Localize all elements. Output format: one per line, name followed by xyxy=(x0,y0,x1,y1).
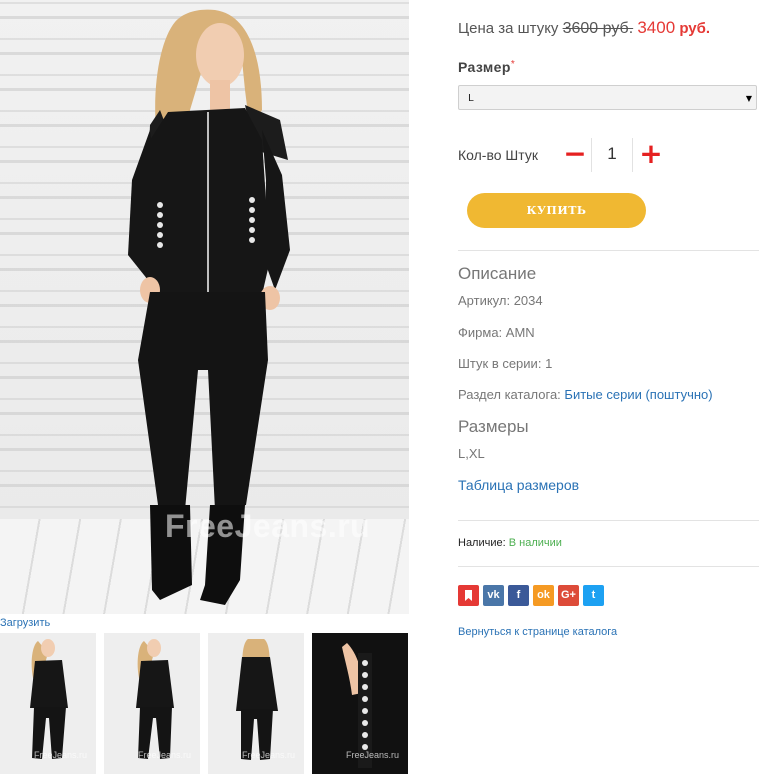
thumbnail-4[interactable]: FreeJeans.ru xyxy=(312,633,408,774)
article-value: 2034 xyxy=(513,293,543,308)
size-label: Размер* xyxy=(458,59,515,75)
size-label-text: Размер xyxy=(458,59,511,75)
size-select[interactable]: L ▼ xyxy=(458,85,757,110)
dropdown-arrow-icon: ▼ xyxy=(745,94,752,103)
divider xyxy=(458,520,759,521)
thumbnail-watermark: FreeJeans.ru xyxy=(34,750,88,760)
price-currency: руб. xyxy=(679,20,711,37)
bookmark-icon[interactable] xyxy=(458,585,479,606)
google-plus-icon[interactable]: G+ xyxy=(558,585,579,606)
availability-status: В наличии xyxy=(508,537,562,549)
brand-label: Фирма: xyxy=(458,325,503,340)
sizes-value: L,XL xyxy=(458,446,485,461)
thumbnail-1[interactable]: FreeJeans.ru xyxy=(0,633,96,774)
catalog-section-link[interactable]: Битые серии (поштучно) xyxy=(564,387,712,402)
quantity-increase-button[interactable]: + xyxy=(638,140,664,170)
thumbnail-watermark: FreeJeans.ru xyxy=(346,750,400,760)
catalog-line: Раздел каталога: Битые серии (поштучно) xyxy=(458,387,713,402)
brand-value: AMN xyxy=(505,325,535,340)
main-product-image[interactable]: FreeJeans.ru xyxy=(0,0,409,614)
facebook-icon[interactable]: f xyxy=(508,585,529,606)
sizes-title: Размеры xyxy=(458,417,529,436)
twitter-icon[interactable]: t xyxy=(583,585,604,606)
thumbnail-watermark: FreeJeans.ru xyxy=(242,750,296,760)
quantity-label: Кол-во Штук xyxy=(458,147,538,163)
back-to-catalog-link[interactable]: Вернуться к странице каталога xyxy=(458,626,617,638)
thumbnail-3[interactable]: FreeJeans.ru xyxy=(208,633,304,774)
brand-line: Фирма: AMN xyxy=(458,325,535,340)
image-watermark: FreeJeans.ru xyxy=(165,508,371,544)
thumbnail-2[interactable]: FreeJeans.ru xyxy=(104,633,200,774)
series-label: Штук в серии: xyxy=(458,356,542,371)
article-label: Артикул: xyxy=(458,293,511,308)
article-line: Артикул: 2034 xyxy=(458,293,543,308)
bookmark-glyph xyxy=(465,590,472,601)
price-label: Цена за штуку xyxy=(458,20,559,37)
size-select-value: L xyxy=(468,93,474,104)
quantity-divider xyxy=(632,138,633,172)
divider xyxy=(458,250,759,251)
vk-icon[interactable]: vk xyxy=(483,585,504,606)
odnoklassniki-icon[interactable]: ok xyxy=(533,585,554,606)
availability: Наличие: В наличии xyxy=(458,537,562,549)
availability-label: Наличие: xyxy=(458,537,506,549)
price-old: 3600 руб. xyxy=(562,20,634,37)
buy-button[interactable]: КУПИТЬ xyxy=(467,193,646,228)
divider xyxy=(458,566,759,567)
size-table-link[interactable]: Таблица размеров xyxy=(458,477,579,493)
series-value: 1 xyxy=(545,356,553,371)
catalog-label: Раздел каталога: xyxy=(458,387,561,402)
price-row: Цена за штуку 3600 руб. 3400 руб. xyxy=(458,18,710,38)
quantity-decrease-button[interactable]: − xyxy=(562,140,588,170)
required-mark: * xyxy=(510,59,516,70)
thumbnail-watermark: FreeJeans.ru xyxy=(138,750,192,760)
quantity-input[interactable]: 1 xyxy=(592,144,632,164)
price-new: 3400 xyxy=(637,18,676,37)
series-line: Штук в серии: 1 xyxy=(458,356,552,371)
upload-link[interactable]: Загрузить xyxy=(0,617,50,629)
description-title: Описание xyxy=(458,264,537,283)
